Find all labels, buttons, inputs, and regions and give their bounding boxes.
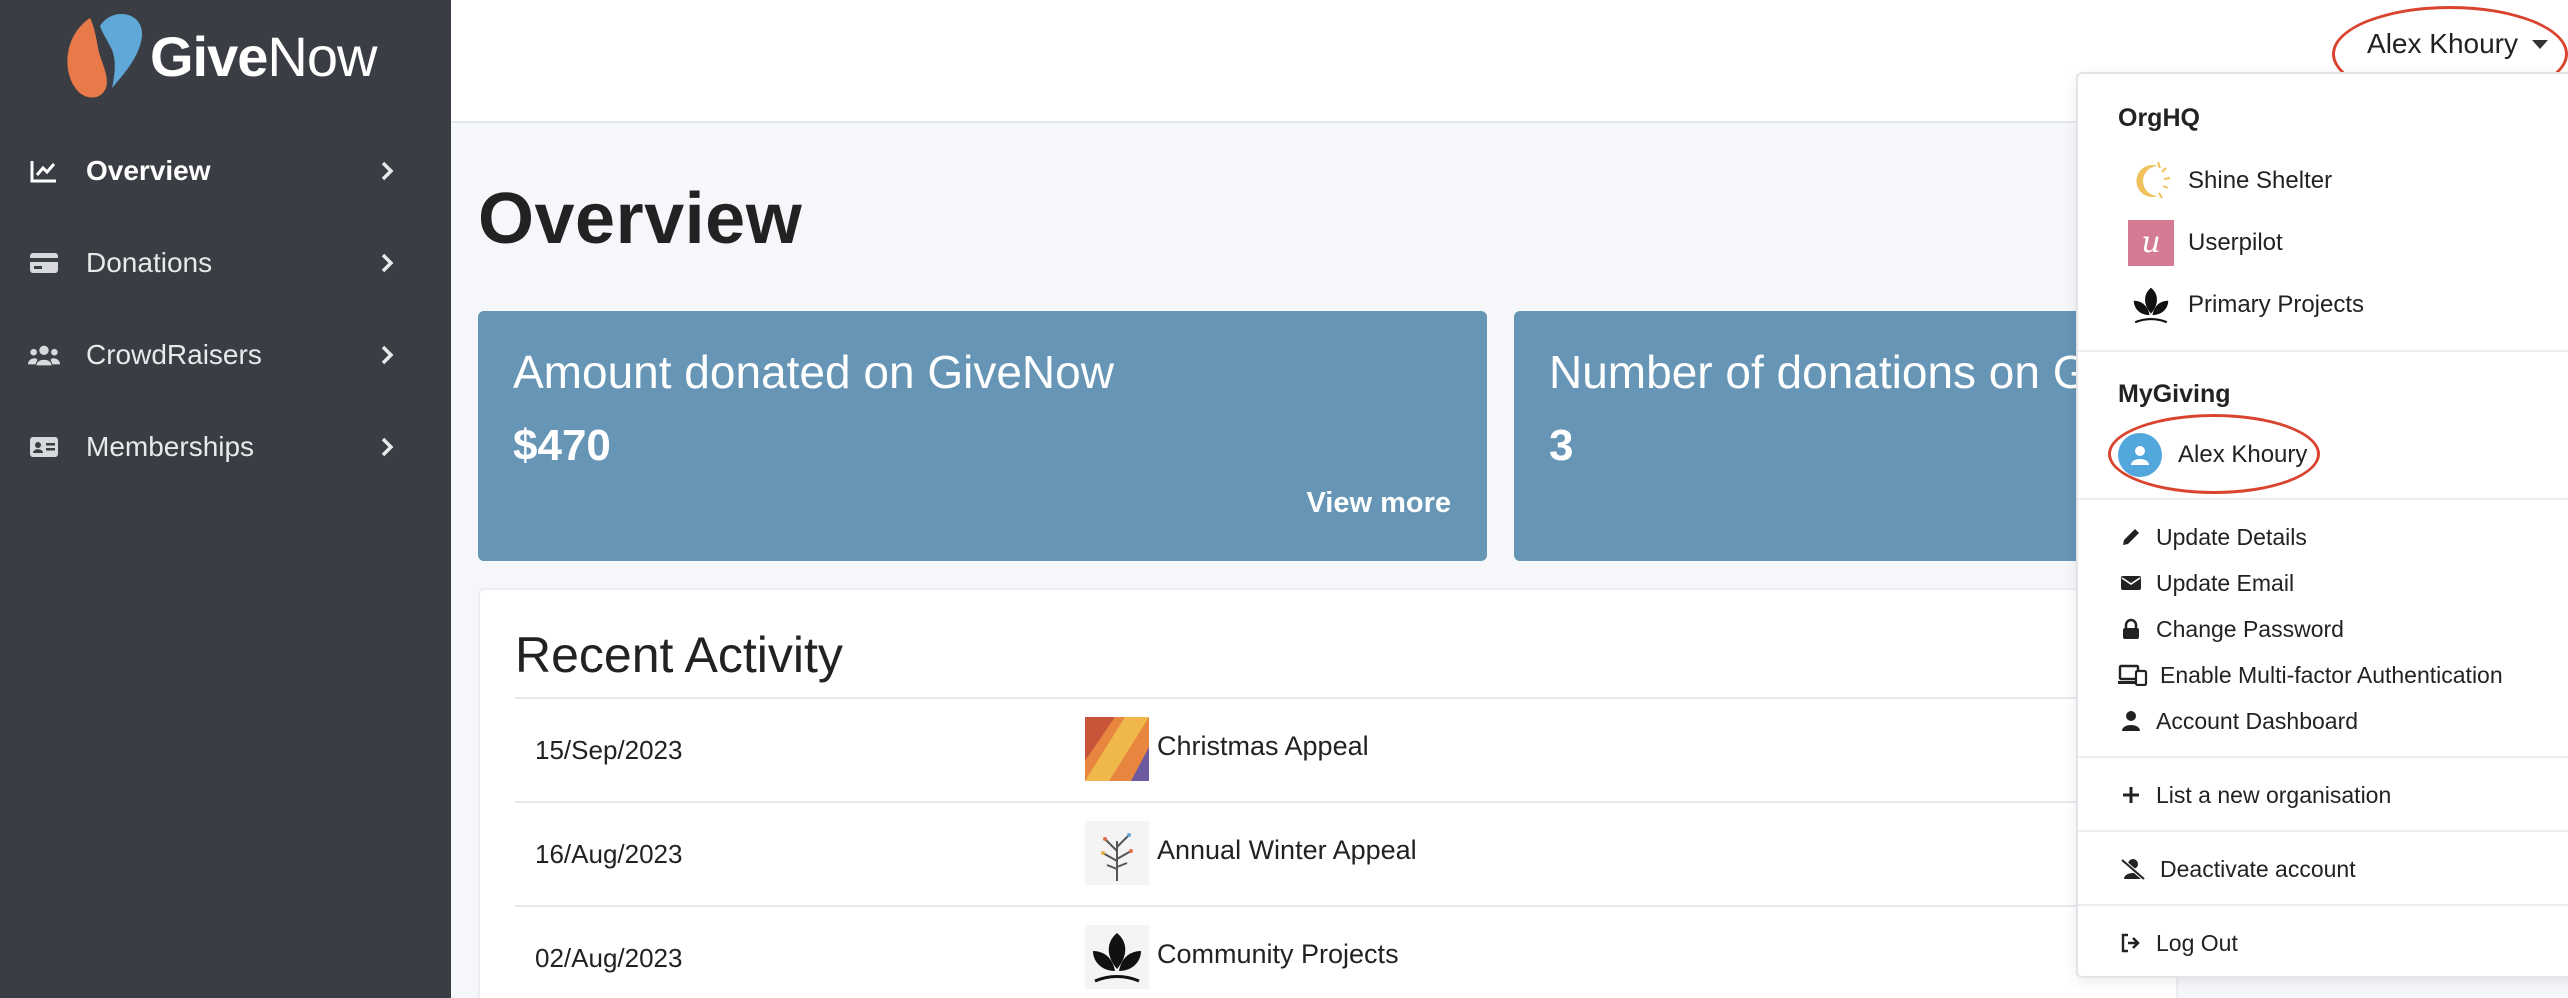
divider [2078, 830, 2568, 832]
sidebar-nav: Overview Donations CrowdRaisers Membersh… [0, 125, 451, 493]
stat-value: $470 [513, 421, 611, 470]
logo-wordmark: GiveNow [150, 24, 377, 88]
org-name: Userpilot [2188, 229, 2283, 256]
menu-item-label: Change Password [2156, 615, 2344, 642]
divider [2078, 756, 2568, 758]
user-name: Alex Khoury [2367, 28, 2518, 59]
stat-value: 3 [1549, 421, 1574, 470]
sidebar-item-label: Memberships [86, 431, 255, 462]
org-name: Primary Projects [2188, 291, 2365, 318]
givenow-logo[interactable]: GiveNow [60, 8, 377, 104]
sidebar: GiveNow Overview Donations CrowdRaisers [0, 0, 451, 998]
devices-icon [2118, 662, 2148, 688]
chart-line-icon [28, 157, 60, 185]
deactivate-account-link[interactable]: Deactivate account [2118, 852, 2356, 886]
envelope-icon [2118, 570, 2144, 596]
menu-item-label: List a new organisation [2156, 781, 2392, 808]
activity-date: 15/Sep/2023 [535, 735, 683, 765]
activity-date: 16/Aug/2023 [535, 839, 683, 869]
menu-item-label: Enable Multi-factor Authentication [2160, 661, 2503, 688]
stat-label: Amount donated on GiveNow [513, 346, 1114, 398]
menu-item-label: Account Dashboard [2156, 707, 2359, 734]
users-icon [28, 341, 60, 369]
page-title: Overview [478, 179, 803, 259]
userpilot-logo-icon: u [2128, 220, 2174, 266]
menu-item-label: Deactivate account [2160, 855, 2356, 882]
org-item-userpilot[interactable]: u Userpilot [2128, 220, 2283, 266]
stat-card-amount: Amount donated on GiveNow $470 View more [478, 311, 1487, 561]
divider [2078, 904, 2568, 906]
leaf-logo-icon [2128, 282, 2174, 328]
chevron-right-icon [381, 345, 394, 365]
list-new-organisation-link[interactable]: List a new organisation [2118, 778, 2391, 812]
menu-item-label: Log Out [2156, 929, 2238, 956]
view-more-link[interactable]: View more [1306, 487, 1451, 520]
activity-campaign[interactable]: Christmas Appeal [1157, 731, 1369, 762]
user-menu-toggle[interactable]: Alex Khoury [2367, 28, 2548, 60]
profile-name: Alex Khoury [2178, 441, 2308, 468]
activity-campaign[interactable]: Community Projects [1157, 939, 1399, 970]
sidebar-item-crowdraisers[interactable]: CrowdRaisers [0, 309, 451, 401]
menu-item-label: Update Email [2156, 569, 2295, 596]
sidebar-item-label: Donations [86, 247, 213, 278]
update-details-link[interactable]: Update Details [2118, 520, 2307, 554]
activity-date: 02/Aug/2023 [535, 943, 683, 973]
plus-icon [2118, 782, 2144, 808]
user-icon [2118, 708, 2144, 734]
sidebar-item-donations[interactable]: Donations [0, 217, 451, 309]
lock-icon [2118, 616, 2144, 642]
heart-logo-icon [67, 13, 143, 98]
org-item-shine-shelter[interactable]: Shine Shelter [2128, 158, 2332, 204]
section-title: Recent Activity [515, 627, 843, 683]
log-out-link[interactable]: Log Out [2118, 926, 2238, 960]
logo-letter: u [2141, 225, 2161, 260]
user-dropdown-menu: OrgHQ Shine Shelter u Userpilot Primary … [2076, 72, 2568, 978]
divider [2078, 350, 2568, 352]
mygiving-heading: MyGiving [2118, 380, 2231, 408]
avatar [2118, 433, 2162, 477]
table-row[interactable]: 02/Aug/2023 Community Projects [515, 905, 2165, 998]
table-row[interactable]: 16/Aug/2023 Annual Winter Appeal [515, 801, 2165, 905]
sidebar-item-label: CrowdRaisers [86, 339, 262, 370]
update-email-link[interactable]: Update Email [2118, 566, 2294, 600]
activity-campaign[interactable]: Annual Winter Appeal [1157, 835, 1417, 866]
user-slash-icon [2118, 856, 2148, 882]
activity-list: 15/Sep/2023 Christmas Appeal 16/Aug/2023… [515, 697, 2165, 998]
account-dashboard-link[interactable]: Account Dashboard [2118, 704, 2358, 738]
org-item-primary-projects[interactable]: Primary Projects [2128, 282, 2364, 328]
change-password-link[interactable]: Change Password [2118, 612, 2344, 646]
sign-out-icon [2118, 930, 2144, 956]
divider [2078, 498, 2568, 500]
caret-down-icon [2532, 39, 2548, 49]
recent-activity-panel: Recent Activity 15/Sep/2023 Christmas Ap… [478, 588, 2178, 998]
orghq-heading: OrgHQ [2118, 104, 2200, 132]
menu-item-label: Update Details [2156, 523, 2307, 550]
pencil-icon [2118, 524, 2144, 550]
sidebar-item-label: Overview [86, 155, 211, 186]
campaign-thumbnail [1085, 821, 1149, 885]
enable-mfa-link[interactable]: Enable Multi-factor Authentication [2118, 658, 2503, 692]
campaign-thumbnail [1085, 925, 1149, 989]
campaign-thumbnail [1085, 717, 1149, 781]
chevron-right-icon [381, 161, 394, 181]
chevron-right-icon [381, 437, 394, 457]
sidebar-item-memberships[interactable]: Memberships [0, 401, 451, 493]
org-name: Shine Shelter [2188, 167, 2333, 194]
table-row[interactable]: 15/Sep/2023 Christmas Appeal [515, 697, 2165, 801]
chevron-right-icon [381, 253, 394, 273]
credit-card-icon [28, 249, 60, 277]
sun-logo-icon [2128, 158, 2174, 204]
profile-item[interactable]: Alex Khoury [2118, 432, 2307, 478]
id-card-icon [28, 433, 60, 461]
sidebar-item-overview[interactable]: Overview [0, 125, 451, 217]
